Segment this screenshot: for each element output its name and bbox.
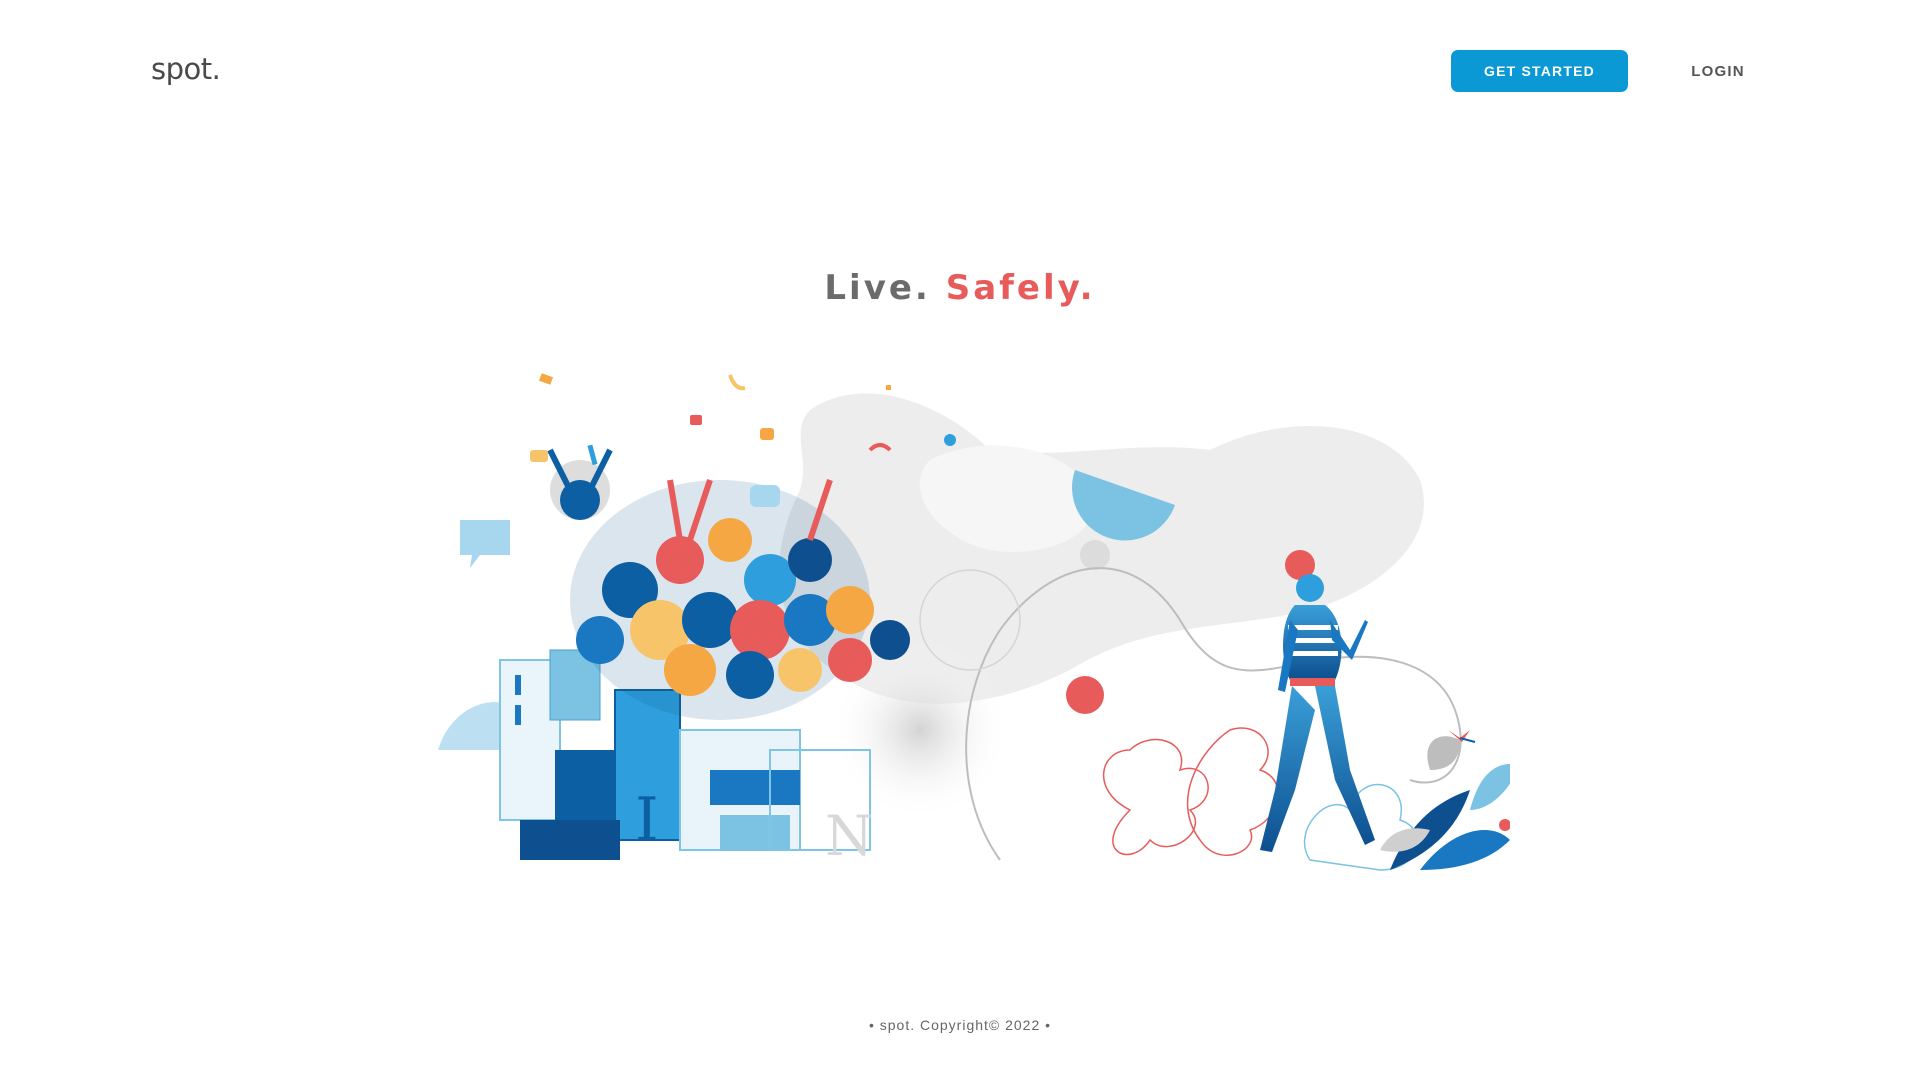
hero-headline: Live. Safely. bbox=[0, 268, 1920, 308]
hero-word-live: Live. bbox=[824, 268, 931, 308]
svg-text:N: N bbox=[825, 804, 873, 868]
get-started-button[interactable]: GET STARTED bbox=[1451, 50, 1628, 92]
hero-illustration: I N bbox=[438, 373, 1510, 871]
red-dot bbox=[1066, 676, 1104, 714]
hero-word-safely: Safely. bbox=[945, 268, 1096, 308]
footer-copyright: • spot. Copyright© 2022 • bbox=[868, 1017, 1052, 1033]
login-button[interactable]: LOGIN bbox=[1668, 50, 1768, 92]
logo[interactable]: spot. bbox=[151, 52, 221, 86]
landing-page: spot. GET STARTED LOGIN Live. Safely. I … bbox=[0, 0, 1920, 1080]
svg-text:I: I bbox=[635, 785, 659, 855]
plants bbox=[1102, 727, 1510, 871]
